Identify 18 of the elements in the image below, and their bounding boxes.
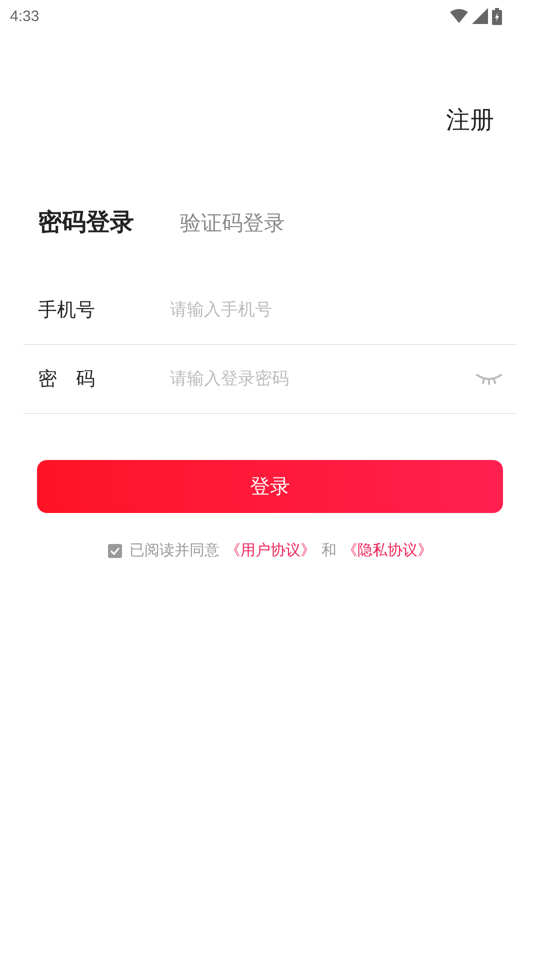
status-time: 4:33: [10, 8, 40, 24]
wifi-icon: [450, 9, 468, 23]
agreement-text: 已阅读并同意: [130, 541, 220, 560]
signal-icon: [472, 8, 488, 24]
privacy-policy-link[interactable]: 《隐私协议》: [342, 541, 432, 560]
conjunction-text: 和: [322, 541, 336, 560]
register-link[interactable]: 注册: [446, 104, 494, 136]
phone-field[interactable]: 请输入手机号: [168, 299, 503, 321]
login-tab[interactable]: 密码登录: [38, 206, 134, 238]
login-button[interactable]: 登录: [37, 460, 503, 513]
field-label: 密 码: [38, 367, 96, 392]
eye-closed-icon[interactable]: [475, 373, 503, 385]
password-field[interactable]: 请输入登录密码: [168, 368, 475, 390]
login-tab[interactable]: 验证码登录: [180, 209, 285, 237]
field-label: 手机号: [38, 298, 96, 323]
user-agreement-link[interactable]: 《用户协议》: [226, 541, 316, 560]
agreement-checkbox[interactable]: [108, 544, 122, 558]
battery-icon: [492, 8, 502, 24]
